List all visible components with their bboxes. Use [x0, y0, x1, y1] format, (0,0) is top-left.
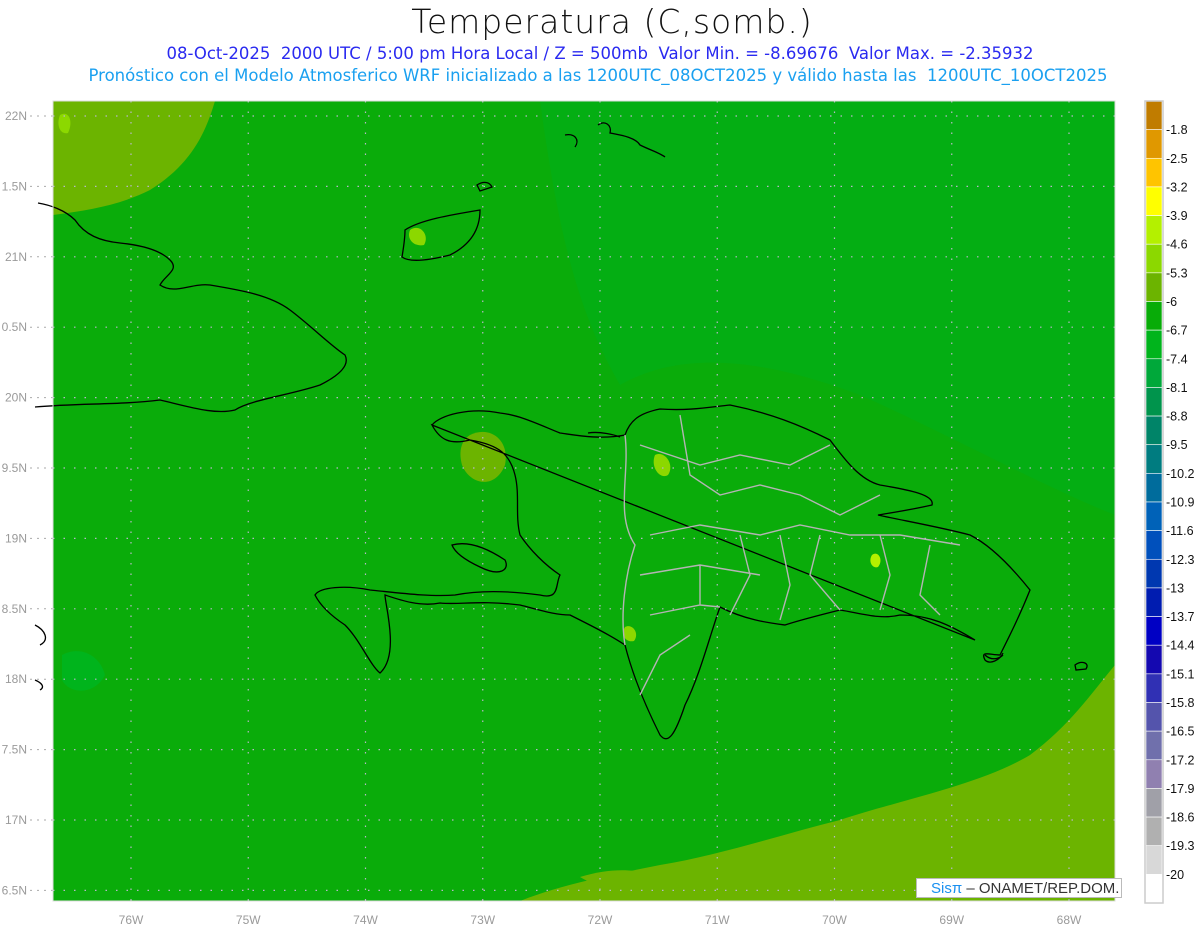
- colorbar-swatch: [1145, 272, 1163, 302]
- colorbar-swatch: [1145, 759, 1163, 789]
- colorbar-swatch: [1145, 301, 1163, 331]
- colorbar-label: -8.1: [1166, 381, 1188, 395]
- latitude-ticks: 22N 1.5N 21N 0.5N 20N 9.5N 19N 8.5N 18N 7.5N 17N 6.…: [2, 109, 53, 897]
- colorbar-label: -2.5: [1166, 152, 1188, 166]
- colorbar-swatch: [1145, 587, 1163, 617]
- colorbar-label: -10.2: [1166, 467, 1195, 481]
- chart-subtitle-model-info: Pronóstico con el Modelo Atmosferico WRF…: [88, 66, 1108, 85]
- y-tick-label: 21N: [5, 250, 27, 264]
- watermark: Sisπ – ONAMET/REP.DOM.: [916, 878, 1122, 898]
- colorbar-label: -12.3: [1166, 553, 1195, 567]
- colorbar-swatch: [1145, 157, 1163, 188]
- colorbar-label: -20: [1166, 868, 1184, 882]
- colorbar-label: -6: [1166, 295, 1177, 309]
- colorbar-label: -18.6: [1166, 811, 1195, 825]
- colorbar-label: -10.9: [1166, 496, 1195, 510]
- colorbar-label: -14.4: [1166, 639, 1195, 653]
- colorbar-swatch: [1145, 673, 1163, 703]
- colorbar-label: -3.2: [1166, 180, 1188, 194]
- y-tick-label: 8.5N: [2, 602, 27, 616]
- colorbar-swatch: [1145, 845, 1163, 875]
- colorbar-label: -3.9: [1166, 209, 1188, 223]
- colorbar-label: -16.5: [1166, 725, 1195, 739]
- y-tick-label: 17N: [5, 813, 27, 827]
- colorbar-label: -13: [1166, 581, 1184, 595]
- chart-title: Temperatura (C,somb.): [411, 2, 813, 41]
- x-tick-label: 69W: [939, 913, 964, 927]
- y-tick-label: 19N: [5, 531, 27, 545]
- x-tick-label: 70W: [822, 913, 847, 927]
- coastline-cuba-east: [34, 624, 47, 691]
- temperature-field: [53, 101, 1115, 901]
- colorbar-label: -15.8: [1166, 696, 1195, 710]
- colorbar-label: -19.3: [1166, 839, 1195, 853]
- colorbar-swatch: [1145, 100, 1163, 130]
- colorbar-swatch: [1145, 816, 1163, 847]
- colorbar-swatch: [1145, 329, 1163, 360]
- colorbar-label: -15.1: [1166, 667, 1195, 681]
- colorbar-swatch: [1145, 730, 1163, 761]
- y-tick-label: 0.5N: [2, 320, 27, 334]
- colorbar-label: -5.3: [1166, 266, 1188, 280]
- x-tick-label: 76W: [119, 913, 144, 927]
- colorbar-swatch: [1145, 186, 1163, 216]
- colorbar-swatch: [1145, 644, 1163, 675]
- colorbar-swatch: [1145, 558, 1163, 589]
- y-tick-label: 1.5N: [2, 179, 27, 193]
- chart-subtitle-valid-time: 08-Oct-2025 2000 UTC / 5:00 pm Hora Loca…: [166, 44, 1034, 63]
- colorbar-swatch: [1145, 530, 1163, 560]
- x-tick-label: 71W: [705, 913, 730, 927]
- x-tick-label: 75W: [236, 913, 261, 927]
- colorbar-swatch: [1145, 473, 1163, 503]
- colorbar-label: -8.8: [1166, 410, 1188, 424]
- colorbar-label: -9.5: [1166, 438, 1188, 452]
- sispi-logo: Sisπ: [931, 880, 963, 897]
- colorbar-swatch: [1145, 702, 1163, 732]
- colorbar-swatch: [1145, 788, 1163, 818]
- colorbar-label: -11.6: [1166, 524, 1194, 538]
- colorbar-label: -6.7: [1166, 324, 1188, 338]
- y-tick-label: 18N: [5, 672, 27, 686]
- y-tick-label: 9.5N: [2, 461, 27, 475]
- colorbar-swatch: [1145, 215, 1163, 245]
- x-tick-label: 73W: [470, 913, 495, 927]
- longitude-ticks: 76W 75W 74W 73W 72W 71W 70W 69W 68W: [119, 913, 1082, 927]
- x-tick-label: 72W: [588, 913, 613, 927]
- colorbar-label: -1.8: [1166, 123, 1188, 137]
- colorbar-swatch: [1145, 129, 1163, 159]
- colorbar-swatch: [1145, 387, 1163, 417]
- colorbar-swatch: [1145, 616, 1163, 646]
- y-tick-label: 7.5N: [2, 743, 27, 757]
- colorbar-label: -13.7: [1166, 610, 1195, 624]
- colorbar-label: -17.9: [1166, 782, 1195, 796]
- colorbar: -1.8 -2.5 -3.2 -3.9 -4.6 -5.3 -6 -6.7 -7.4 -8.1 -8…: [1144, 100, 1195, 904]
- colorbar-swatch: [1145, 874, 1163, 904]
- colorbar-swatch: [1145, 501, 1163, 531]
- y-tick-label: 22N: [5, 109, 27, 123]
- colorbar-label: -4.6: [1166, 238, 1188, 252]
- y-tick-label: 6.5N: [2, 883, 27, 897]
- colorbar-swatch: [1145, 243, 1163, 274]
- x-tick-label: 74W: [353, 913, 378, 927]
- y-tick-label: 20N: [5, 391, 27, 405]
- colorbar-label: -7.4: [1166, 352, 1188, 366]
- temperature-map: 76W 75W 74W 73W 72W 71W 70W 69W 68W 22N 1.5N 21N 0.…: [2, 100, 1195, 927]
- colorbar-swatch: [1145, 358, 1163, 388]
- colorbar-swatch: [1145, 415, 1163, 446]
- watermark-text: – ONAMET/REP.DOM.: [962, 880, 1120, 897]
- colorbar-swatch: [1145, 444, 1163, 474]
- x-tick-label: 68W: [1057, 913, 1082, 927]
- colorbar-label: -17.2: [1166, 753, 1195, 767]
